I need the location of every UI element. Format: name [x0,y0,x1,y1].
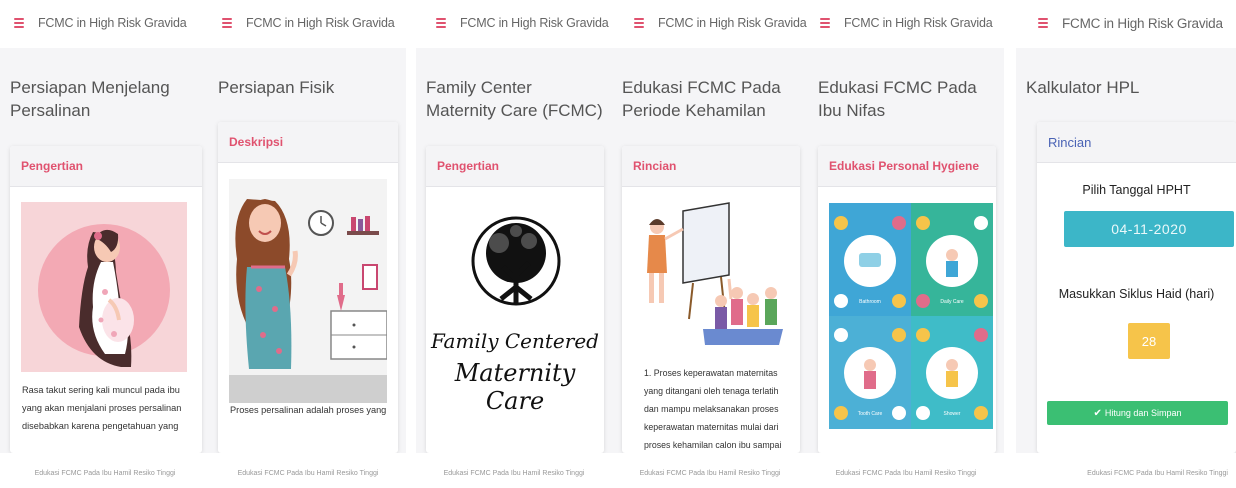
classroom-illustration [633,199,789,359]
card-body: Proses persalinan adalah proses yang [218,163,398,453]
info-card: Edukasi Personal Hygiene Bathroom Daily … [818,146,996,453]
quadrant-label-bathroom: Bathroom [859,299,881,305]
card-header: Rincian [1037,122,1236,163]
page-title: Edukasi FCMC Pada Ibu Nifas [818,78,977,120]
app-title: FCMC in High Risk Gravida [844,16,993,30]
hpht-label: Pilih Tanggal HPHT [1082,183,1191,197]
page-title: Persiapan Menjelang Persalinan [10,78,170,120]
app-bar: FCMC in High Risk Gravida [210,0,406,46]
hamburger-menu-icon[interactable] [222,18,232,28]
content-area[interactable]: Edukasi FCMC Pada Ibu Nifas Edukasi Pers… [808,48,1004,453]
footer-text: Edukasi FCMC Pada Ibu Hamil Resiko Tingg… [639,470,781,477]
card-header: Pengertian [10,146,202,187]
logo-text-line2: Maternity Care [454,359,576,415]
card-body: Bathroom Daily Care Tooth Care Shower [818,187,996,453]
info-card: Pengertian Rasa takut sering kali muncul… [10,146,202,453]
hamburger-menu-icon[interactable] [1038,18,1048,28]
app-title: FCMC in High Risk Gravida [246,16,395,30]
app-bar: FCMC in High Risk Gravida [416,0,612,46]
app-bar: FCMC in High Risk Gravida [612,0,808,46]
hamburger-menu-icon[interactable] [820,18,830,28]
app-title: FCMC in High Risk Gravida [460,16,609,30]
cycle-label: Masukkan Siklus Haid (hari) [1058,287,1215,301]
card-body: Pilih Tanggal HPHT 04-11-2020 Masukkan S… [1037,163,1236,453]
save-button-label: Hitung dan Simpan [1104,408,1182,418]
app-bar: FCMC in High Risk Gravida [1016,0,1236,46]
app-title: FCMC in High Risk Gravida [38,16,187,30]
card-body: Rasa takut sering kali muncul pada ibu y… [10,187,202,453]
card-text: 1. Proses keperawatan maternitas yang di… [644,368,782,450]
app-bar: FCMC in High Risk Gravida [0,0,210,46]
card-header: Edukasi Personal Hygiene [818,146,996,187]
content-area[interactable]: Edukasi FCMC Pada Periode Kehamilan Rinc… [612,48,808,453]
info-card: Pengertian Family Centered Maternity Car… [426,146,604,453]
screen-kalkulator-hpl: FCMC in High Risk Gravida Kalkulator HPL… [1016,0,1236,488]
info-card: Rincian 1. Proses keperawatan maternitas… [622,146,800,453]
card-header: Deskripsi [218,122,398,163]
card-body: Family Centered Maternity Care [426,187,604,453]
app-bar: FCMC in High Risk Gravida [808,0,1004,46]
content-area[interactable]: Persiapan Menjelang Persalinan Pengertia… [0,48,210,453]
pregnant-woman-illustration [21,202,187,372]
screen-persiapan-persalinan: FCMC in High Risk Gravida Persiapan Menj… [0,0,210,488]
hpht-date-input[interactable]: 04-11-2020 [1064,211,1234,247]
hamburger-menu-icon[interactable] [436,18,446,28]
info-card: Deskripsi Proses persalinan adalah prose… [218,122,398,453]
footer-text: Edukasi FCMC Pada Ibu Hamil Resiko Tingg… [237,470,379,477]
content-area[interactable]: Family Center Maternity Care (FCMC) Peng… [416,48,612,453]
screen-ibu-nifas: FCMC in High Risk Gravida Edukasi FCMC P… [808,0,1004,488]
page-title: Family Center Maternity Care (FCMC) [426,78,603,120]
footer-text: Edukasi FCMC Pada Ibu Hamil Resiko Tingg… [443,470,585,477]
screen-fcmc: FCMC in High Risk Gravida Family Center … [416,0,612,488]
tree-logo [471,216,561,306]
hamburger-menu-icon[interactable] [14,18,24,28]
card-body: 1. Proses keperawatan maternitas yang di… [622,187,800,453]
calculate-save-button[interactable]: ✔ Hitung dan Simpan [1047,401,1228,425]
personal-hygiene-infographic: Bathroom Daily Care Tooth Care Shower [829,203,993,429]
check-icon: ✔ [1093,407,1102,419]
footer-text: Edukasi FCMC Pada Ibu Hamil Resiko Tingg… [835,470,977,477]
page-title: Persiapan Fisik [218,78,335,97]
card-header: Pengertian [426,146,604,187]
screen-persiapan-fisik: FCMC in High Risk Gravida Persiapan Fisi… [210,0,406,488]
content-area[interactable]: Kalkulator HPL Rincian Pilih Tanggal HPH… [1016,48,1236,453]
card-text: Rasa takut sering kali muncul pada ibu y… [22,385,182,431]
hamburger-menu-icon[interactable] [634,18,644,28]
card-text: Proses persalinan adalah proses yang [230,405,387,415]
calculator-card: Rincian Pilih Tanggal HPHT 04-11-2020 Ma… [1037,122,1236,453]
app-title: FCMC in High Risk Gravida [658,16,807,30]
card-header: Rincian [622,146,800,187]
page-title: Edukasi FCMC Pada Periode Kehamilan [622,78,781,120]
woman-in-room-illustration [229,179,387,403]
quadrant-label-daily-care: Daily Care [940,299,964,305]
logo-text-line1: Family Centered [431,329,599,353]
app-title: FCMC in High Risk Gravida [1062,15,1223,31]
content-area[interactable]: Persiapan Fisik Deskripsi Proses persali… [210,48,406,453]
cycle-length-input[interactable]: 28 [1128,323,1170,359]
quadrant-label-shower: Shower [944,411,961,417]
footer-text: Edukasi FCMC Pada Ibu Hamil Resiko Tingg… [34,470,176,477]
page-title: Kalkulator HPL [1026,78,1140,97]
screen-periode-kehamilan: FCMC in High Risk Gravida Edukasi FCMC P… [612,0,808,488]
footer-text: Edukasi FCMC Pada Ibu Hamil Resiko Tingg… [1087,470,1228,477]
quadrant-label-tooth-care: Tooth Care [858,411,883,417]
